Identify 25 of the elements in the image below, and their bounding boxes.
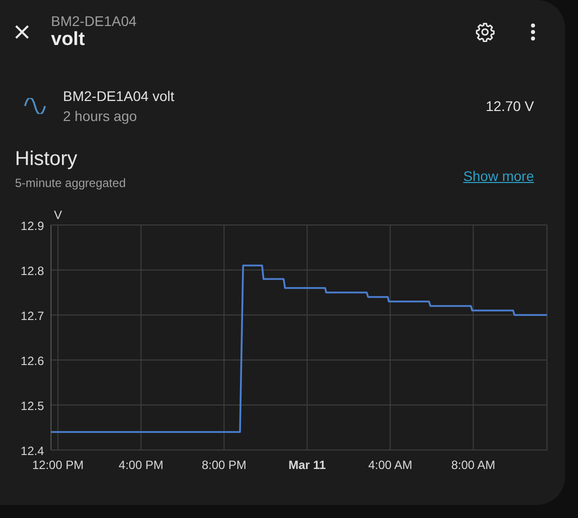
show-more-link[interactable]: Show more: [463, 168, 534, 184]
tick-label: 12.4: [20, 444, 44, 458]
tick-label: 12:00 PM: [32, 458, 84, 472]
settings-icon: [475, 22, 495, 42]
last-updated: 2 hours ago: [63, 107, 138, 126]
section-subtitle: 5-minute aggregated: [15, 175, 127, 192]
tick-label: 12.6: [20, 354, 44, 368]
tick-label: 12.9: [20, 219, 44, 233]
dialog-title: volt: [51, 29, 86, 51]
entity-state: 12.70 V: [486, 98, 534, 114]
tick-label: 12.7: [20, 309, 44, 323]
axis-label: V: [54, 208, 62, 222]
tick-label: 8:00 AM: [451, 458, 496, 472]
dialog-subtitle: BM2-DE1A04: [51, 13, 138, 29]
tick-label: 12.5: [20, 399, 44, 413]
section-title: History: [15, 147, 78, 172]
tick-label: 8:00 PM: [202, 458, 246, 472]
tick-label: 4:00 AM: [368, 458, 412, 472]
more-icon: [530, 23, 536, 41]
tick-label: Mar 11: [288, 458, 326, 472]
tick-label: 12.8: [20, 264, 44, 278]
close-icon: [14, 24, 30, 40]
entity-name: BM2-DE1A04 volt: [63, 87, 176, 106]
sine-wave-icon: [24, 98, 46, 114]
tick-label: 4:00 PM: [118, 458, 164, 472]
